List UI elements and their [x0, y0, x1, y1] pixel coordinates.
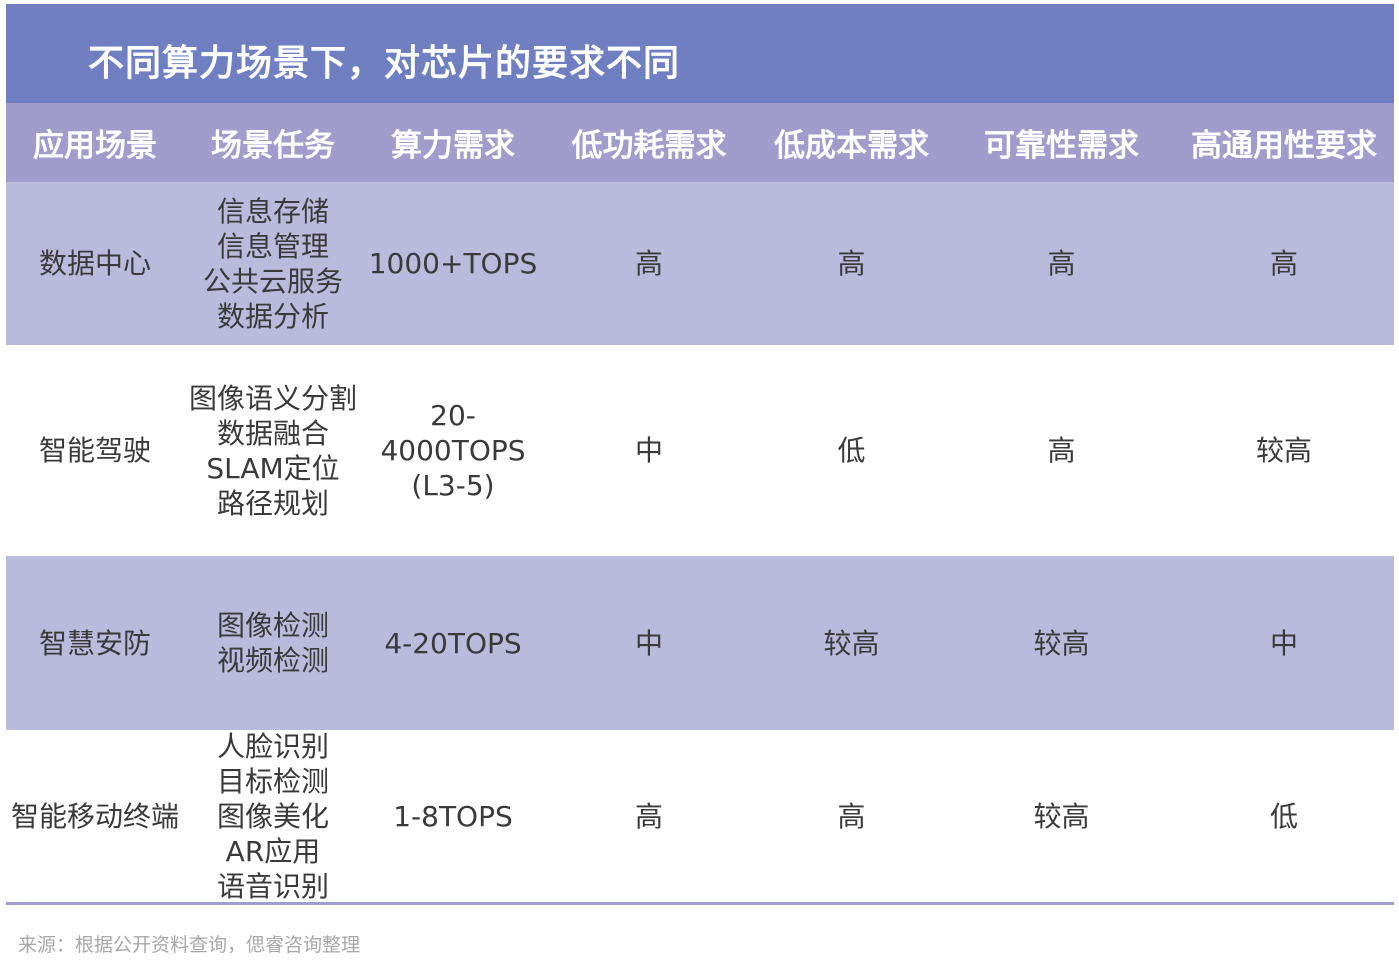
- low-power-cell: 中: [634, 626, 663, 660]
- tasks-cell: 图像检测 视频检测: [184, 556, 362, 730]
- compute-line: 1-8TOPS: [393, 799, 513, 833]
- table-header: 应用场景 场景任务 算力需求 低功耗需求 低成本需求 可靠性需求 高通用性要求: [6, 103, 1394, 182]
- task-item: 图像美化: [216, 799, 329, 833]
- title-banner: 不同算力场景下，对芯片的要求不同: [6, 4, 1394, 103]
- low-cost-cell: 低: [837, 434, 866, 467]
- task-item: 图像检测: [216, 609, 329, 642]
- header-tasks: 场景任务: [211, 128, 335, 164]
- generality-cell: 高: [1269, 247, 1298, 280]
- table-row: 智能移动终端 人脸识别 目标检测 图像美化 AR应用 语音识别 1-8TOPS …: [6, 729, 1394, 903]
- compute-cell: 20- 4000TOPS (L3-5): [362, 345, 544, 556]
- task-item: 语音识别: [216, 869, 329, 903]
- reliability-cell: 高: [1047, 434, 1076, 467]
- task-item: 路径规划: [216, 486, 329, 520]
- task-item: 公共云服务: [202, 264, 343, 298]
- scene-cell: 数据中心: [38, 247, 151, 280]
- generality-cell: 较高: [1255, 434, 1312, 467]
- task-item: 数据分析: [216, 299, 329, 333]
- reliability-cell: 较高: [1033, 799, 1090, 833]
- low-cost-cell: 高: [837, 247, 866, 280]
- header-low-cost: 低成本需求: [774, 128, 929, 164]
- table-bottom-rule: [6, 902, 1394, 905]
- generality-cell: 中: [1269, 626, 1298, 660]
- table-row: 数据中心 信息存储 信息管理 公共云服务 数据分析 1000+TOPS 高 高 …: [6, 182, 1394, 345]
- table-row: 智慧安防 图像检测 视频检测 4-20TOPS 中 较高 较高 中: [6, 556, 1394, 730]
- task-item: 视频检测: [216, 644, 329, 677]
- compute-line: 4-20TOPS: [384, 626, 522, 660]
- table-row: 智能驾驶 图像语义分割 数据融合 SLAM定位 路径规划 20- 4000TOP…: [6, 345, 1394, 556]
- tasks-cell: 信息存储 信息管理 公共云服务 数据分析: [184, 182, 362, 345]
- task-item: AR应用: [225, 834, 321, 868]
- low-power-cell: 高: [634, 799, 663, 833]
- task-item: SLAM定位: [206, 451, 340, 485]
- generality-cell: 低: [1269, 799, 1298, 833]
- task-item: 图像语义分割: [188, 381, 357, 415]
- low-power-cell: 中: [634, 434, 663, 467]
- header-low-power: 低功耗需求: [571, 128, 727, 164]
- compute-cell: 4-20TOPS: [362, 556, 544, 730]
- compute-line: 1000+TOPS: [368, 247, 538, 280]
- tasks-cell: 图像语义分割 数据融合 SLAM定位 路径规划: [184, 345, 362, 556]
- task-item: 信息管理: [216, 229, 329, 263]
- page-title: 不同算力场景下，对芯片的要求不同: [88, 42, 681, 84]
- compute-cell: 1000+TOPS: [362, 182, 544, 345]
- reliability-cell: 高: [1047, 247, 1076, 280]
- low-cost-cell: 较高: [823, 626, 880, 660]
- header-reliability: 可靠性需求: [984, 128, 1139, 164]
- scene-cell: 智能驾驶: [38, 434, 151, 467]
- tasks-cell: 人脸识别 目标检测 图像美化 AR应用 语音识别: [184, 729, 362, 903]
- source-note: 来源：根据公开资料查询，偲睿咨询整理: [18, 934, 361, 956]
- compute-line: 4000TOPS: [380, 434, 526, 467]
- task-item: 数据融合: [216, 416, 329, 450]
- header-compute: 算力需求: [391, 128, 515, 164]
- header-scene: 应用场景: [33, 128, 157, 164]
- reliability-cell: 较高: [1033, 626, 1090, 660]
- low-power-cell: 高: [634, 247, 663, 280]
- task-item: 目标检测: [216, 764, 329, 798]
- compute-cell: 1-8TOPS: [362, 730, 544, 902]
- task-item: 人脸识别: [216, 729, 329, 763]
- scene-cell: 智慧安防: [38, 626, 151, 660]
- low-cost-cell: 高: [837, 799, 866, 833]
- compute-line: (L3-5): [411, 469, 495, 502]
- header-generality: 高通用性要求: [1191, 128, 1377, 164]
- compute-line: 20-: [430, 399, 476, 432]
- task-item: 信息存储: [216, 194, 329, 228]
- scene-cell: 智能移动终端: [10, 799, 179, 833]
